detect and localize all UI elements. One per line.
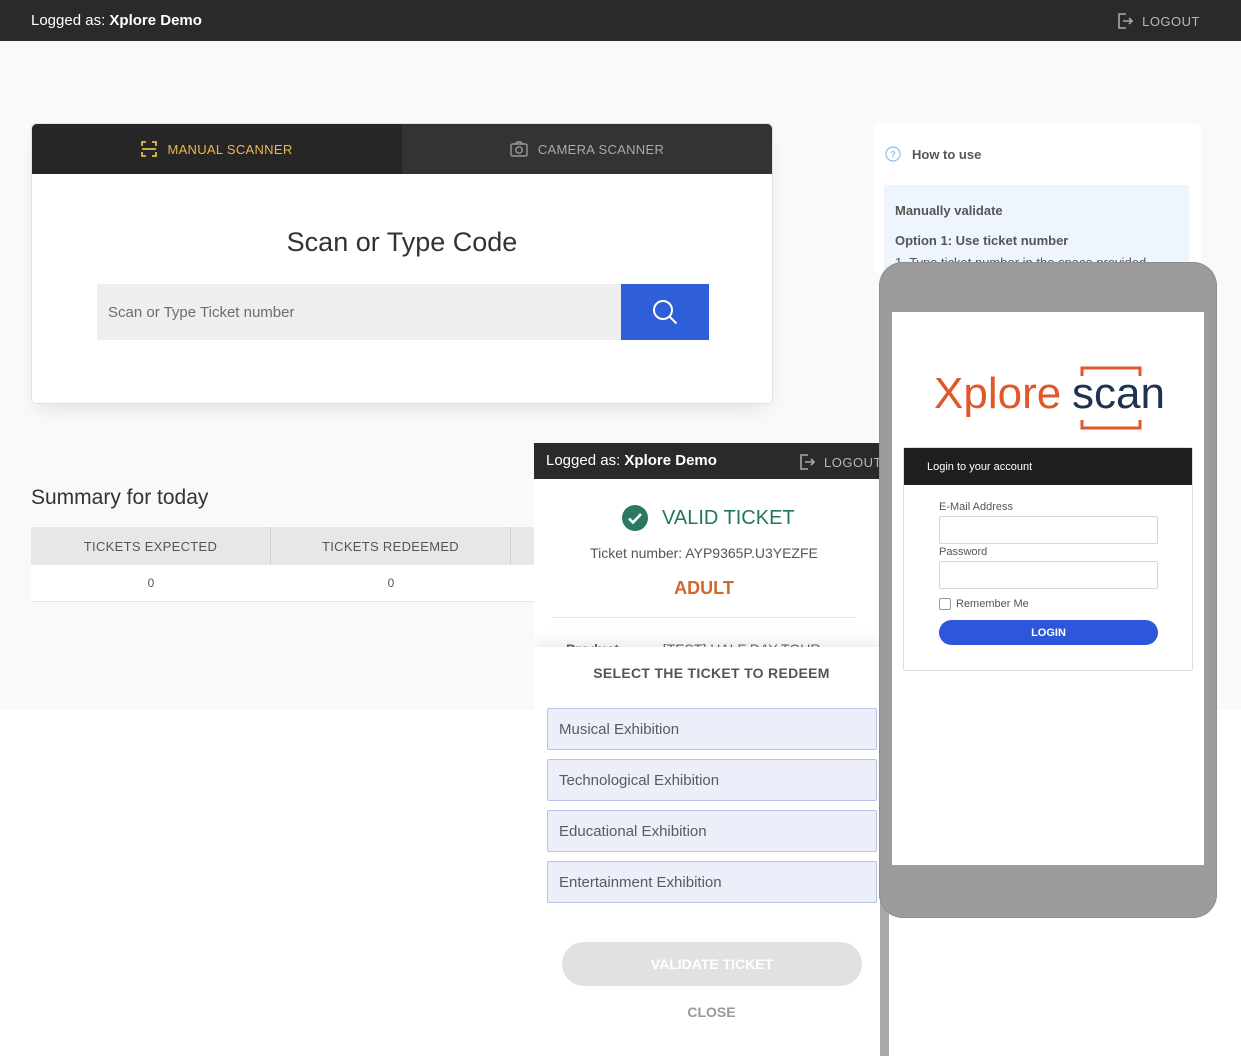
user-name: Xplore Demo: [109, 12, 202, 29]
phone-screen: Xplore scan Login to your account E-Mail…: [892, 312, 1204, 865]
tab-camera-label: CAMERA SCANNER: [537, 141, 665, 157]
close-button[interactable]: CLOSE: [534, 1004, 879, 1020]
svg-text:Xplore: Xplore: [934, 369, 1061, 418]
remember-me-checkbox[interactable]: [939, 598, 951, 610]
validate-ticket-button[interactable]: VALIDATE TICKET: [562, 942, 862, 986]
ticket-search: [97, 284, 709, 340]
scanner-tabs: MANUAL SCANNER CAMERA SCANNER: [32, 124, 772, 174]
option-1-heading: Option 1: Use ticket number: [895, 233, 1069, 248]
logout-label: LOGOUT: [1142, 13, 1200, 29]
ticket-logged-prefix: Logged as:: [546, 452, 621, 469]
tickets-expected-value: 0: [147, 576, 155, 590]
summary-table: TICKETS EXPECTED TICKETS REDEEMED 0 0: [31, 527, 541, 602]
logged-prefix: Logged as:: [31, 12, 106, 29]
summary-header-row: TICKETS EXPECTED TICKETS REDEEMED: [31, 527, 541, 565]
login-card: Login to your account E-Mail Address Pas…: [903, 447, 1193, 671]
password-field[interactable]: [939, 561, 1158, 589]
camera-icon: [510, 141, 528, 157]
ticket-logged-as-text: Logged as: Xplore Demo: [546, 452, 717, 469]
option-musical-exhibition[interactable]: Musical Exhibition: [547, 708, 877, 750]
how-to-use-panel: ? How to use Manually validate Option 1:…: [873, 123, 1201, 273]
login-title: Login to your account: [904, 448, 1192, 485]
how-to-use-title: How to use: [912, 146, 982, 162]
phone-frame: Xplore scan Login to your account E-Mail…: [879, 262, 1217, 918]
column-tickets-redeemed: TICKETS REDEEMED: [271, 527, 511, 565]
tickets-redeemed-value: 0: [387, 576, 395, 590]
column-tickets-expected: TICKETS EXPECTED: [31, 527, 271, 565]
option-educational-exhibition[interactable]: Educational Exhibition: [547, 810, 877, 852]
login-button[interactable]: LOGIN: [939, 620, 1158, 645]
option-entertainment-exhibition[interactable]: Entertainment Exhibition: [547, 861, 877, 903]
ticket-validation-panel: Logged as: Xplore Demo LOGOUT VALID TICK…: [534, 443, 879, 1056]
table-row: 0 0: [31, 565, 541, 602]
search-button[interactable]: [621, 284, 709, 340]
email-label: E-Mail Address: [939, 501, 1013, 513]
valid-ticket-status: VALID TICKET: [622, 505, 795, 531]
remember-me[interactable]: Remember Me: [939, 598, 1029, 610]
ticket-number-input[interactable]: [97, 284, 621, 340]
tab-manual-label: MANUAL SCANNER: [167, 141, 293, 157]
scanner-card: MANUAL SCANNER CAMERA SCANNER Scan or Ty…: [31, 123, 773, 404]
how-to-use-content: Manually validate Option 1: Use ticket n…: [884, 185, 1189, 273]
xplorescan-logo: Xplore scan: [934, 366, 1165, 430]
ticket-logout-button[interactable]: LOGOUT: [798, 453, 879, 471]
tab-camera-scanner[interactable]: CAMERA SCANNER: [402, 124, 772, 174]
scanner-title: Scan or Type Code: [286, 227, 518, 257]
summary-title: Summary for today: [31, 486, 209, 509]
logout-button[interactable]: LOGOUT: [1116, 12, 1200, 30]
ticket-logout-label: LOGOUT: [824, 454, 879, 470]
redeem-sheet: SELECT THE TICKET TO REDEEM Musical Exhi…: [534, 647, 879, 1056]
ticket-number: Ticket number: AYP9365P.U3YEZFE: [590, 545, 818, 561]
logged-as-text: Logged as: Xplore Demo: [31, 12, 202, 29]
logout-icon: [1118, 13, 1134, 29]
tab-manual-scanner[interactable]: MANUAL SCANNER: [32, 124, 402, 174]
how-to-use-header: ? How to use: [885, 146, 981, 162]
scan-frame-icon: [141, 141, 158, 157]
svg-text:scan: scan: [1072, 369, 1165, 418]
option-technological-exhibition[interactable]: Technological Exhibition: [547, 759, 877, 801]
check-circle-icon: [622, 505, 648, 531]
ticket-type: ADULT: [674, 578, 734, 598]
ticket-user-name: Xplore Demo: [624, 452, 717, 469]
ticket-top-bar: Logged as: Xplore Demo LOGOUT: [534, 443, 879, 479]
svg-text:?: ?: [890, 150, 896, 160]
remember-me-label: Remember Me: [956, 598, 1029, 610]
redeem-title: SELECT THE TICKET TO REDEEM: [593, 665, 830, 681]
email-field[interactable]: [939, 516, 1158, 544]
search-icon: [653, 300, 678, 325]
logout-icon: [800, 454, 816, 470]
divider: [552, 617, 856, 618]
valid-ticket-label: VALID TICKET: [662, 506, 795, 529]
password-label: Password: [939, 546, 988, 558]
top-bar: Logged as: Xplore Demo LOGOUT: [0, 0, 1241, 41]
help-icon: ?: [885, 146, 901, 162]
manual-validate-heading: Manually validate: [895, 203, 1003, 218]
